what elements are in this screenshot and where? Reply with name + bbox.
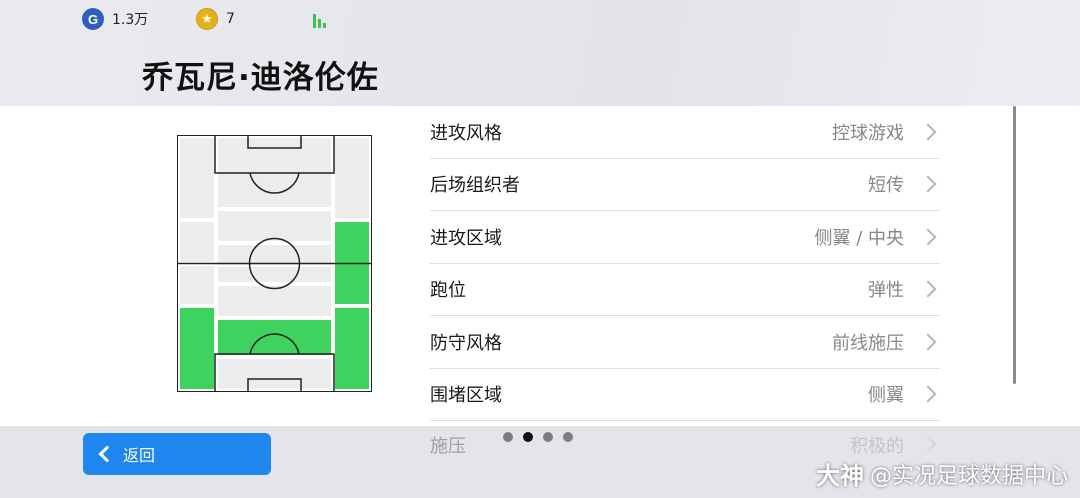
zone-left-back bbox=[180, 308, 214, 389]
pitch-svg bbox=[177, 135, 372, 392]
page-dot-active[interactable] bbox=[523, 432, 533, 442]
setting-value: 短传 bbox=[868, 175, 904, 197]
page-indicator bbox=[503, 432, 573, 442]
zone-center-2 bbox=[218, 211, 331, 241]
chevron-right-icon bbox=[919, 435, 937, 453]
zone-left-mid-lower bbox=[180, 266, 214, 304]
setting-label: 进攻风格 bbox=[430, 122, 502, 144]
zone-right-upper bbox=[335, 138, 369, 218]
setting-value: 控球游戏 bbox=[832, 122, 904, 144]
zone-center-4 bbox=[218, 267, 331, 282]
setting-row-defensive-style[interactable]: 防守风格 前线施压 bbox=[430, 316, 940, 369]
zone-center-3 bbox=[218, 245, 331, 265]
watermark-text: @实况足球数据中心 bbox=[869, 463, 1068, 489]
watermark-logo: 大神 bbox=[815, 462, 864, 490]
setting-label: 进攻区域 bbox=[430, 227, 502, 249]
setting-label: 施压 bbox=[430, 436, 466, 457]
chevron-right-icon bbox=[919, 175, 937, 193]
page-dot[interactable] bbox=[563, 432, 573, 442]
setting-value: 积极的 bbox=[850, 436, 904, 457]
page-dot[interactable] bbox=[543, 432, 553, 442]
setting-row-containment-area[interactable]: 围堵区域 侧翼 bbox=[430, 369, 940, 421]
signal-icon bbox=[313, 12, 326, 28]
setting-row-attacking-style[interactable]: 进攻风格 控球游戏 bbox=[430, 106, 940, 159]
setting-row-attacking-area[interactable]: 进攻区域 侧翼 / 中央 bbox=[430, 211, 940, 264]
gp-balance: G 1.3万 bbox=[82, 8, 148, 30]
setting-value: 弹性 bbox=[868, 280, 904, 302]
list-scrollbar[interactable] bbox=[1013, 106, 1016, 384]
star-coin-icon: ★ bbox=[196, 8, 218, 30]
pitch-diagram bbox=[177, 135, 372, 392]
player-name: 乔瓦尼·迪洛伦佐 bbox=[142, 60, 379, 96]
status-bar: G 1.3万 ★ 7 bbox=[0, 8, 1080, 34]
setting-value: 侧翼 / 中央 bbox=[814, 227, 904, 249]
chevron-right-icon bbox=[919, 123, 937, 141]
zone-left-mid-upper bbox=[180, 222, 214, 262]
setting-value: 侧翼 bbox=[868, 385, 904, 407]
chevron-right-icon bbox=[919, 280, 937, 298]
gp-amount: 1.3万 bbox=[112, 12, 149, 28]
zone-defensive-midfield bbox=[218, 320, 331, 355]
zone-left-upper bbox=[180, 138, 214, 218]
setting-row-build-up[interactable]: 后场组织者 短传 bbox=[430, 159, 940, 211]
back-button[interactable]: 返回 bbox=[83, 433, 271, 475]
chevron-right-icon bbox=[919, 228, 937, 246]
setting-label: 围堵区域 bbox=[430, 385, 502, 407]
setting-row-positioning[interactable]: 跑位 弹性 bbox=[430, 264, 940, 316]
setting-row-pressure[interactable]: 施压 积极的 bbox=[430, 426, 940, 458]
setting-label: 跑位 bbox=[430, 280, 466, 302]
coin-balance: ★ 7 bbox=[196, 8, 235, 30]
chevron-left-icon bbox=[98, 445, 116, 463]
gp-coin-icon: G bbox=[82, 8, 104, 30]
setting-label: 后场组织者 bbox=[430, 175, 520, 197]
tactics-list: 进攻风格 控球游戏 后场组织者 短传 进攻区域 侧翼 / 中央 跑位 弹性 防守… bbox=[430, 106, 940, 421]
watermark: 大神 @实况足球数据中心 bbox=[816, 456, 1068, 491]
chevron-right-icon bbox=[919, 333, 937, 351]
coin-amount: 7 bbox=[226, 11, 235, 27]
back-label: 返回 bbox=[123, 446, 156, 465]
setting-label: 防守风格 bbox=[430, 332, 502, 354]
chevron-right-icon bbox=[919, 385, 937, 403]
zone-right-back bbox=[335, 308, 369, 389]
zone-center-5 bbox=[218, 286, 331, 316]
setting-value: 前线施压 bbox=[832, 332, 904, 354]
zone-center-7 bbox=[218, 359, 331, 389]
page-dot[interactable] bbox=[503, 432, 513, 442]
